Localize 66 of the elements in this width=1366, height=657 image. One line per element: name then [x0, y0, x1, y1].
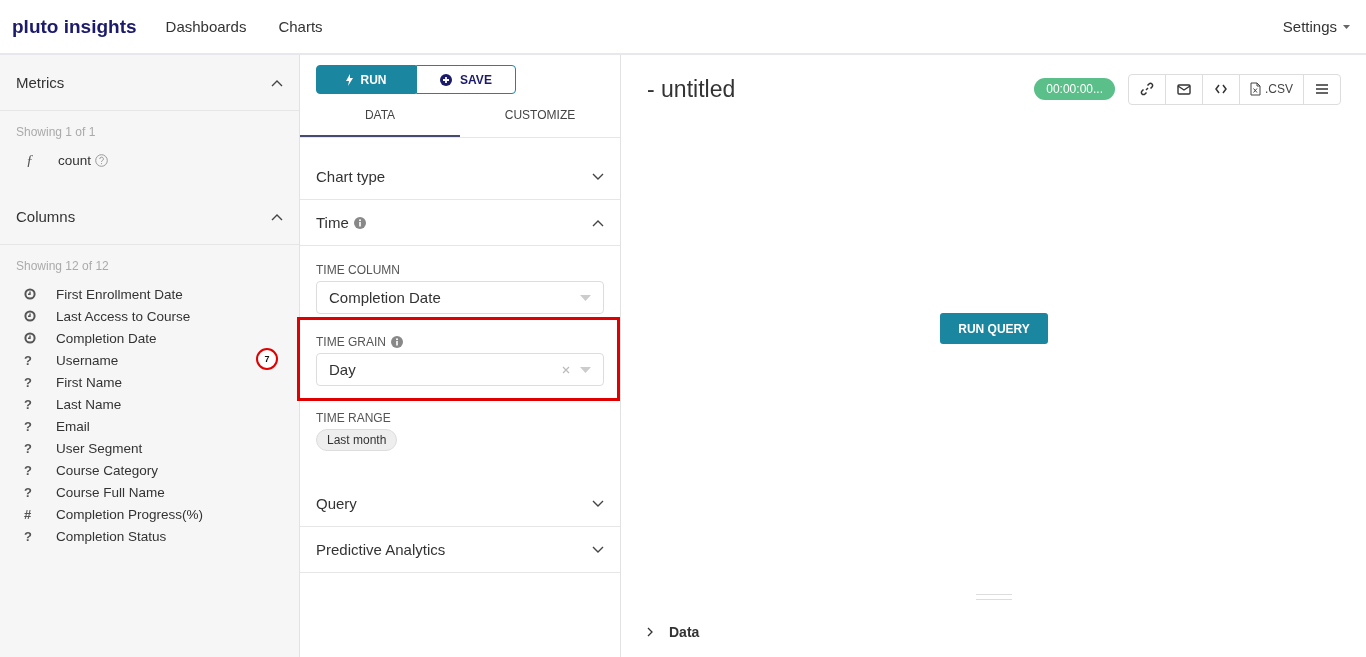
column-name[interactable]: Email: [56, 418, 90, 434]
column-name[interactable]: Course Full Name: [56, 484, 165, 500]
run-button[interactable]: RUN: [316, 65, 416, 94]
column-name[interactable]: Completion Progress(%): [56, 506, 204, 522]
clock-icon: [24, 310, 36, 322]
clock-icon: [24, 332, 36, 344]
unknown-type-icon: ?: [24, 352, 32, 368]
run-query-button[interactable]: RUN QUERY: [940, 313, 1048, 344]
tab[interactable]: DATA: [300, 100, 460, 137]
chevron-down-icon[interactable]: [592, 172, 604, 181]
section-title[interactable]: Predictive Analytics: [316, 541, 446, 558]
unknown-type-icon: ?: [24, 462, 32, 478]
column-name[interactable]: Completion Date: [56, 330, 157, 346]
settings-menu[interactable]: Settings: [1282, 18, 1350, 35]
section-title: Columns: [16, 208, 76, 225]
column-name[interactable]: Username: [56, 352, 119, 368]
function-icon: ƒ: [26, 151, 34, 169]
nav-link[interactable]: Charts: [278, 18, 323, 35]
field-label: TIME COLUMN: [316, 263, 400, 277]
chevron-up-icon[interactable]: [271, 212, 283, 221]
mail-icon[interactable]: [1177, 83, 1191, 95]
logo[interactable]: pluto insights: [12, 15, 137, 38]
field-label: TIME GRAIN: [316, 335, 386, 349]
unknown-type-icon: ?: [24, 374, 32, 390]
section-title[interactable]: Query: [316, 495, 357, 512]
column-name[interactable]: Course Category: [56, 462, 159, 478]
number-type-icon: #: [24, 506, 32, 522]
item-count: Showing 12 of 12: [15, 258, 110, 275]
time-range-tag[interactable]: Last month: [316, 429, 398, 451]
resize-handle[interactable]: [976, 594, 1012, 600]
link-icon[interactable]: [1140, 82, 1154, 96]
unknown-type-icon: ?: [24, 484, 32, 500]
column-name[interactable]: First Enrollment Date: [56, 286, 183, 302]
clock-icon: [24, 288, 36, 300]
column-name[interactable]: Completion Status: [56, 528, 167, 544]
unknown-type-icon: ?: [24, 396, 32, 412]
menu-icon[interactable]: [1316, 84, 1328, 94]
column-name[interactable]: count: [58, 152, 92, 168]
chart-title: - untitled: [647, 75, 737, 103]
save-button[interactable]: SAVE: [416, 65, 516, 94]
file-icon[interactable]: [1250, 82, 1261, 96]
column-name[interactable]: Last Name: [56, 396, 122, 412]
unknown-type-icon: ?: [24, 418, 32, 434]
chevron-up-icon[interactable]: [271, 78, 283, 87]
data-toggle[interactable]: Data: [669, 624, 700, 640]
unknown-type-icon: ?: [24, 528, 32, 544]
code-icon[interactable]: [1215, 84, 1227, 94]
field-label: TIME RANGE: [316, 411, 391, 425]
plus-circle-icon[interactable]: [440, 73, 453, 86]
tab[interactable]: CUSTOMIZE: [460, 100, 620, 137]
section-title[interactable]: Time: [316, 214, 349, 231]
caret-icon[interactable]: [1343, 24, 1350, 29]
chevron-down-icon[interactable]: [592, 545, 604, 554]
lightning-icon[interactable]: [345, 73, 353, 86]
unknown-type-icon: ?: [24, 440, 32, 456]
section-title: Metrics: [16, 74, 65, 91]
column-name[interactable]: User Segment: [56, 440, 143, 456]
column-name[interactable]: Last Access to Course: [56, 308, 191, 324]
chevron-up-icon[interactable]: [592, 218, 604, 227]
nav-link[interactable]: Dashboards: [165, 18, 247, 35]
query-timer: 00:00:00...: [1034, 78, 1115, 100]
item-count: Showing 1 of 1: [15, 124, 97, 141]
section-title[interactable]: Chart type: [316, 168, 386, 185]
chevron-down-icon[interactable]: [592, 499, 604, 508]
select-field[interactable]: Completion Date: [316, 281, 604, 314]
column-name[interactable]: First Name: [56, 374, 122, 390]
